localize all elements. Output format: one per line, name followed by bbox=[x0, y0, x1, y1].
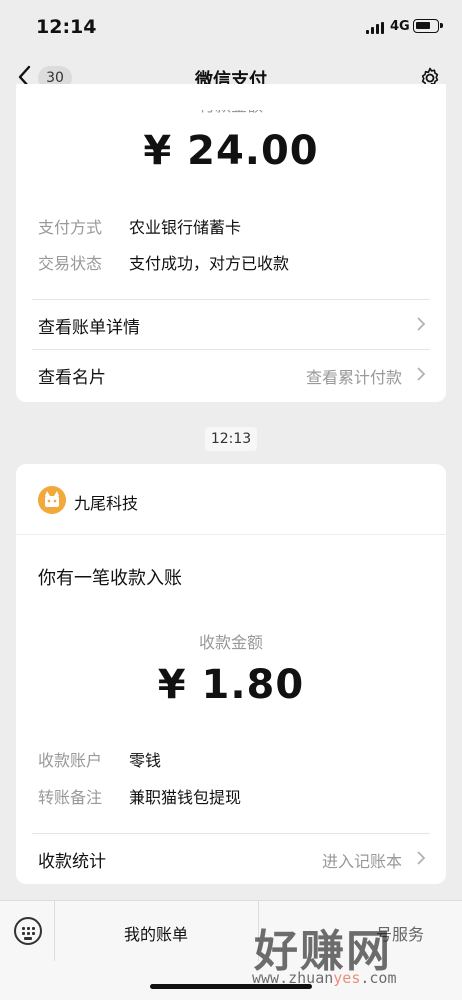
network-type: 4G bbox=[390, 19, 410, 34]
home-indicator bbox=[150, 984, 312, 989]
amount-label: 付款金额 bbox=[198, 96, 263, 115]
view-card-link: 查看名片 bbox=[38, 368, 106, 388]
bill-detail-row[interactable]: 查看账单详情 bbox=[16, 299, 446, 349]
signal-icon bbox=[366, 22, 384, 34]
receipt-stats-row[interactable]: 收款统计 进入记账本 bbox=[16, 833, 446, 883]
divider bbox=[16, 534, 446, 535]
battery-icon bbox=[413, 19, 443, 33]
merchant-logo bbox=[38, 486, 66, 514]
chevron-right-icon bbox=[417, 851, 426, 865]
receipt-amount-label: 收款金额 bbox=[198, 633, 263, 652]
payment-method-label: 支付方式 bbox=[38, 218, 103, 237]
receive-account-label: 收款账户 bbox=[38, 751, 103, 770]
chevron-right-icon bbox=[417, 317, 426, 331]
transaction-status-value: 支付成功，对方已收款 bbox=[129, 254, 290, 273]
receive-account-value: 零钱 bbox=[129, 751, 162, 770]
status-time: 12:14 bbox=[36, 16, 97, 38]
service-button[interactable]: 号服务 bbox=[258, 921, 462, 945]
receipt-amount: ¥ 1.80 bbox=[157, 662, 305, 708]
cumulative-payment-link: 查看累计付款 bbox=[305, 368, 402, 387]
receipt-stats-link: 收款统计 bbox=[38, 852, 106, 872]
message-timestamp: 12:13 bbox=[205, 427, 257, 451]
status-bar: 12:14 4G bbox=[0, 0, 462, 54]
merchant-name: 九尾科技 bbox=[74, 494, 139, 513]
payment-method-value: 农业银行储蓄卡 bbox=[129, 218, 242, 237]
keyboard-icon[interactable] bbox=[14, 917, 42, 945]
transaction-status-label: 交易状态 bbox=[38, 254, 103, 273]
ledger-link: 进入记账本 bbox=[321, 852, 402, 871]
receipt-notice: 你有一笔收款入账 bbox=[38, 568, 182, 589]
transfer-note-value: 兼职猫钱包提现 bbox=[129, 788, 242, 807]
transfer-note-label: 转账备注 bbox=[38, 788, 103, 807]
chevron-right-icon bbox=[417, 367, 426, 381]
receipt-card[interactable]: 九尾科技 你有一笔收款入账 收款金额 ¥ 1.80 收款账户 零钱 转账备注 兼… bbox=[16, 464, 446, 884]
my-bills-button[interactable]: 我的账单 bbox=[54, 921, 258, 945]
payment-card: 付款金额 ¥ 24.00 支付方式 农业银行储蓄卡 交易状态 支付成功，对方已收… bbox=[16, 84, 446, 402]
view-card-row[interactable]: 查看名片 查看累计付款 bbox=[16, 349, 446, 399]
payment-amount: ¥ 24.00 bbox=[143, 128, 319, 174]
bill-detail-link: 查看账单详情 bbox=[38, 318, 140, 338]
